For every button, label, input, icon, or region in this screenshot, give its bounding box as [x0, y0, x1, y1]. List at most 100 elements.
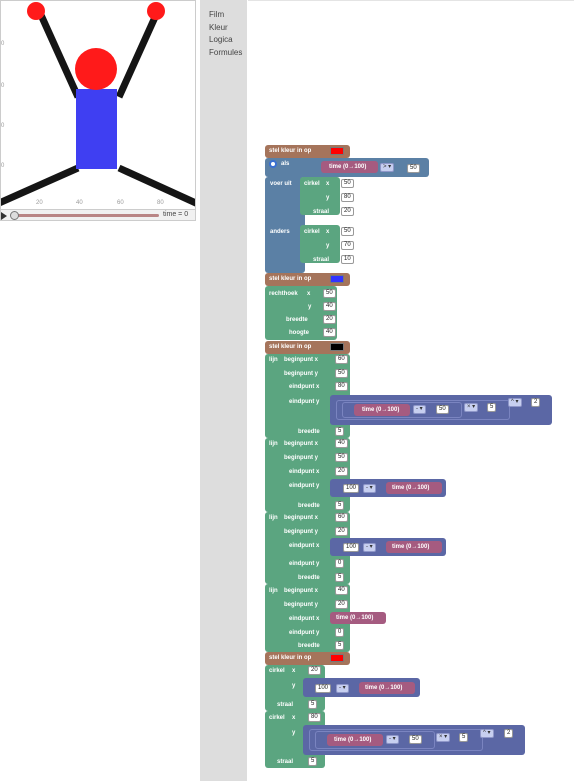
if-block-body — [265, 177, 305, 273]
number-field[interactable]: 10 — [341, 255, 354, 264]
number-field[interactable]: 50 — [407, 164, 420, 173]
number-field[interactable]: 50 — [335, 369, 348, 378]
y-tick: 0 — [1, 41, 5, 47]
number-field[interactable]: 20 — [335, 600, 348, 609]
minus-operator-dropdown[interactable]: - ▾ — [336, 684, 349, 693]
minus-operator-dropdown[interactable]: - ▾ — [386, 735, 399, 744]
number-field[interactable]: 0 — [335, 559, 345, 568]
line-label: lijn — [269, 441, 278, 447]
y-label: y — [292, 683, 296, 689]
number-field[interactable]: 5 — [335, 427, 345, 436]
left-arm — [37, 13, 82, 99]
stage-canvas — [1, 2, 195, 207]
color-swatch[interactable] — [330, 654, 344, 662]
number-field[interactable]: 0 — [335, 628, 345, 637]
y-tick: 0 — [1, 123, 5, 129]
start-x-label: beginpunt x — [284, 357, 318, 363]
radius-label: straal — [313, 257, 330, 263]
minus-operator-dropdown[interactable]: - ▾ — [363, 543, 376, 552]
number-field[interactable]: 80 — [308, 713, 321, 722]
compare-operator-dropdown[interactable]: > ▾ — [380, 163, 395, 172]
y-label: y — [326, 243, 330, 249]
toolbox-category-logica[interactable]: Logica — [209, 35, 233, 44]
number-field[interactable]: 50 — [323, 289, 336, 298]
number-field[interactable]: 40 — [335, 586, 348, 595]
number-field[interactable]: 100 — [343, 484, 360, 493]
number-field[interactable]: 5 — [335, 641, 345, 650]
else-label: anders — [270, 229, 290, 235]
start-y-label: beginpunt y — [284, 371, 318, 377]
power-operator-dropdown[interactable]: ^ ▾ — [508, 398, 522, 407]
x-label: x — [307, 291, 311, 297]
line-label: lijn — [269, 357, 278, 363]
number-field[interactable]: 5 — [308, 757, 318, 766]
animation-preview: 0 0 0 0 20 40 60 80 time = 0 — [0, 0, 196, 221]
time-label: time (0→100) — [362, 407, 400, 413]
start-y-label: beginpunt y — [284, 602, 318, 608]
color-swatch[interactable] — [330, 275, 344, 283]
number-field[interactable]: 60 — [335, 355, 348, 364]
workspace-top-border — [248, 0, 574, 1]
time-readout: time = 0 — [163, 211, 189, 218]
color-swatch[interactable] — [330, 147, 344, 155]
number-field[interactable]: 50 — [436, 405, 449, 414]
end-y-label: eindpunt y — [289, 483, 320, 489]
number-field[interactable]: 20 — [323, 315, 336, 324]
play-icon[interactable] — [1, 212, 7, 220]
number-field[interactable]: 20 — [335, 527, 348, 536]
number-field[interactable]: 50 — [341, 179, 354, 188]
right-arm — [115, 13, 160, 99]
number-field[interactable]: 20 — [335, 467, 348, 476]
minus-operator-dropdown[interactable]: - ▾ — [413, 405, 426, 414]
time-slider-knob[interactable] — [10, 211, 19, 220]
block-toolbox: Film Kleur Logica Formules — [200, 0, 247, 781]
set-color-label: stel kleur in op — [269, 148, 312, 154]
number-field[interactable]: 100 — [343, 543, 360, 552]
end-x-label: eindpunt x — [289, 616, 320, 622]
line-label: lijn — [269, 515, 278, 521]
number-field[interactable]: 2 — [504, 729, 514, 738]
left-hand-circle — [27, 2, 45, 20]
time-label: time (0→100) — [329, 164, 367, 170]
multiply-operator-dropdown[interactable]: × ▾ — [436, 733, 451, 742]
set-color-label: stel kleur in op — [269, 655, 312, 661]
number-field[interactable]: 5 — [308, 700, 318, 709]
multiply-operator-dropdown[interactable]: × ▾ — [464, 403, 479, 412]
height-label: hoogte — [289, 330, 309, 336]
number-field[interactable]: 100 — [315, 684, 332, 693]
width-label: breedte — [286, 317, 308, 323]
radius-label: straal — [313, 209, 330, 215]
number-field[interactable]: 2 — [531, 398, 541, 407]
time-label: time (0→100) — [392, 544, 430, 550]
time-slider[interactable] — [15, 214, 159, 217]
number-field[interactable]: 60 — [335, 513, 348, 522]
number-field[interactable]: 80 — [335, 382, 348, 391]
y-label: y — [308, 304, 312, 310]
number-field[interactable]: 40 — [323, 302, 336, 311]
toolbox-category-film[interactable]: Film — [209, 10, 224, 19]
gear-icon[interactable] — [269, 160, 277, 168]
number-field[interactable]: 5 — [459, 733, 469, 742]
left-leg — [1, 164, 80, 207]
number-field[interactable]: 20 — [341, 207, 354, 216]
number-field[interactable]: 50 — [341, 227, 354, 236]
toolbox-category-kleur[interactable]: Kleur — [209, 23, 228, 32]
time-label: time (0→100) — [336, 615, 374, 621]
number-field[interactable]: 40 — [323, 328, 336, 337]
number-field[interactable]: 80 — [341, 193, 354, 202]
toolbox-category-formules[interactable]: Formules — [209, 48, 242, 57]
number-field[interactable]: 5 — [335, 573, 345, 582]
number-field[interactable]: 70 — [341, 241, 354, 250]
color-swatch[interactable] — [330, 343, 344, 351]
number-field[interactable]: 5 — [487, 403, 497, 412]
width-label: breedte — [298, 643, 320, 649]
number-field[interactable]: 40 — [335, 439, 348, 448]
number-field[interactable]: 50 — [335, 453, 348, 462]
radius-label: straal — [277, 702, 294, 708]
number-field[interactable]: 50 — [409, 735, 422, 744]
x-tick: 80 — [157, 200, 164, 206]
minus-operator-dropdown[interactable]: - ▾ — [363, 484, 376, 493]
number-field[interactable]: 20 — [308, 666, 321, 675]
power-operator-dropdown[interactable]: ^ ▾ — [480, 729, 494, 738]
number-field[interactable]: 5 — [335, 501, 345, 510]
